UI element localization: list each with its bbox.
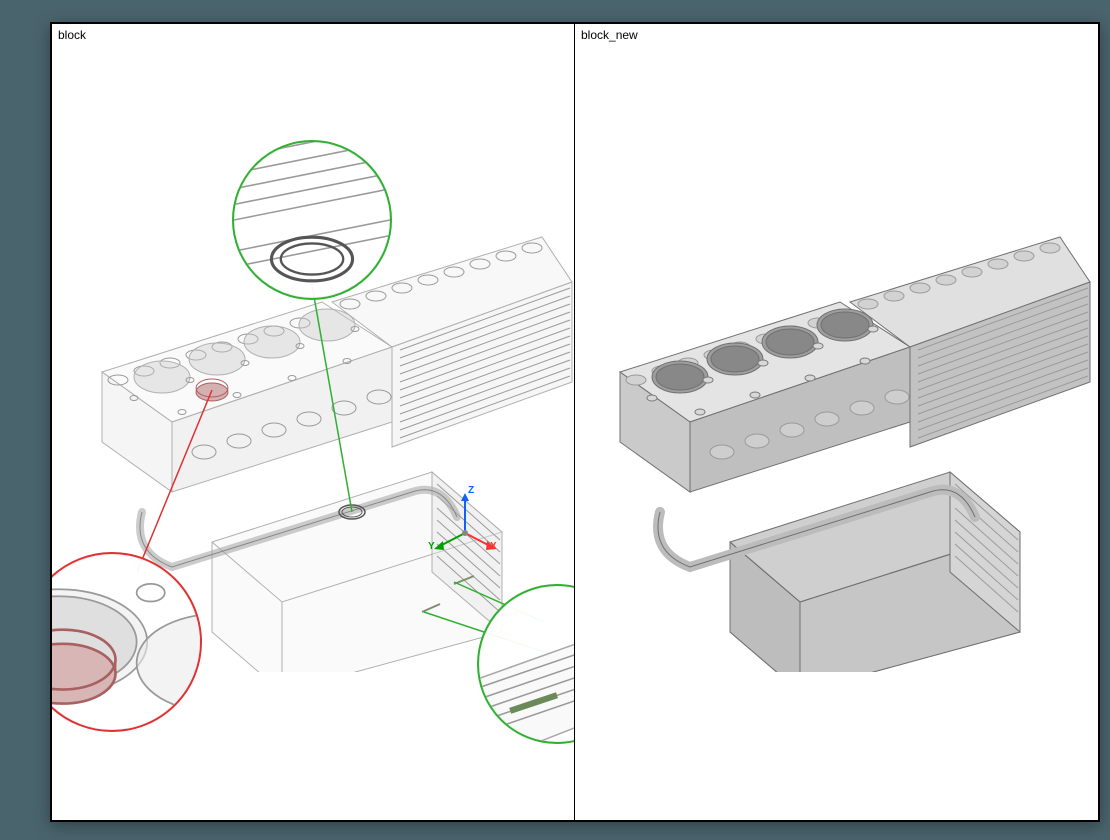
callout-bore-ring[interactable] [52, 552, 202, 732]
callout-slot-features[interactable] [477, 584, 574, 744]
viewport-left[interactable]: Z Y X [52, 42, 574, 820]
callout-ring-feature[interactable] [232, 140, 392, 300]
pane-right[interactable]: block_new [575, 24, 1098, 820]
engine-block-solid [580, 152, 1098, 672]
comparison-workspace: block [50, 22, 1100, 822]
pane-left[interactable]: block [52, 24, 575, 820]
viewport-right[interactable] [575, 42, 1098, 820]
pane-right-title: block_new [581, 28, 638, 42]
pane-left-title: block [58, 28, 86, 42]
